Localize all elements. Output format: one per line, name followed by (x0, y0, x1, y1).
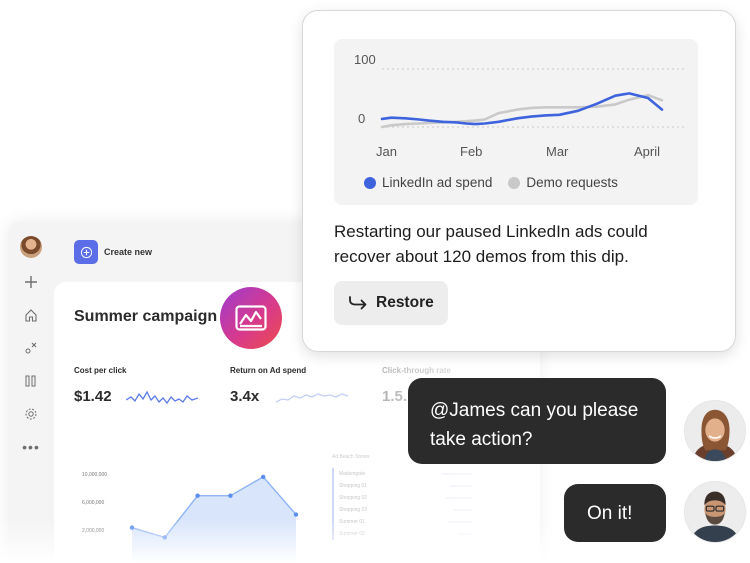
chart-legend: LinkedIn ad spend Demo requests (364, 175, 618, 190)
area-point (162, 535, 167, 540)
list-item[interactable]: Maidengate (332, 468, 472, 480)
insight-message: Restarting our paused LinkedIn ads could… (334, 222, 648, 266)
roas-sparkline (276, 393, 348, 403)
gear-icon[interactable] (20, 403, 42, 425)
area-point (129, 525, 135, 530)
create-icon[interactable] (74, 240, 98, 264)
legend-label: LinkedIn ad spend (382, 175, 493, 190)
legend-label: Demo requests (526, 175, 618, 190)
restore-arrow-icon (349, 296, 367, 310)
legend-dot (364, 176, 376, 189)
y-tick: 100 (354, 52, 376, 67)
area-point (261, 474, 266, 480)
metric-value: $1.42 (74, 388, 112, 405)
series-demo-requests (380, 93, 664, 129)
x-tick: Jan (376, 144, 397, 159)
metric-label: Cost per click (74, 366, 127, 375)
metric-cost-per-click: Cost per click $1.42 (74, 366, 126, 405)
area-point (195, 493, 200, 498)
cost-sparkline (126, 390, 198, 405)
legend-linkedin[interactable]: LinkedIn ad spend (364, 175, 492, 190)
avatar (684, 481, 746, 543)
area-point (293, 512, 299, 517)
campaign-title: Summer campaign (74, 308, 218, 325)
shapes-icon[interactable] (20, 337, 42, 359)
chat-reply-bubble: On it! (564, 484, 666, 542)
list-item[interactable]: Summer 02 (332, 528, 472, 540)
trend-line-chart: 100 0 Jan Feb Mar April (354, 52, 684, 159)
y-tick: 0 (358, 111, 365, 126)
list-item[interactable]: Shopping 03 (332, 504, 472, 516)
area-fill (132, 476, 296, 562)
insight-card: 100 0 Jan Feb Mar April LinkedIn ad spen… (302, 10, 736, 352)
area-y-tick: 10,000,000 (82, 472, 107, 478)
metric-label: Click-through rate (382, 366, 451, 375)
x-tick: April (634, 144, 660, 159)
restore-label: Restore (376, 294, 434, 311)
list-item[interactable]: Shopping 01 (332, 480, 472, 492)
plus-icon[interactable] (20, 271, 42, 293)
x-tick: Feb (460, 144, 482, 159)
more-icon[interactable]: ••• (20, 436, 42, 458)
area-y-tick: 6,000,000 (82, 500, 104, 506)
x-tick: Mar (546, 144, 569, 159)
side-list: Ad Beach Stores Maidengate Shopping 01 S… (332, 454, 472, 563)
avatar (684, 400, 746, 462)
list-item[interactable]: Shopping 02 (332, 492, 472, 504)
user-avatar[interactable] (20, 236, 42, 258)
area-point (228, 493, 233, 498)
left-rail: ••• (8, 222, 54, 563)
chart-badge-icon (220, 287, 282, 349)
metric-label: Return on Ad spend (230, 366, 307, 375)
library-icon[interactable] (20, 370, 42, 392)
area-y-tick: 2,000,000 (82, 528, 104, 534)
restore-button[interactable]: Restore (334, 281, 448, 325)
create-new-label[interactable]: Create new (104, 247, 152, 257)
impressions-area-chart: 10,000,000 6,000,000 2,000,000 (82, 472, 299, 562)
trend-chart-panel: 100 0 Jan Feb Mar April LinkedIn ad spen… (334, 39, 698, 205)
legend-dot (508, 176, 521, 189)
legend-demo-requests[interactable]: Demo requests (508, 175, 618, 190)
home-icon[interactable] (20, 304, 42, 326)
list-item[interactable]: Summer 01 (332, 516, 472, 528)
chat-message-bubble: @James can you please take action? (408, 378, 666, 464)
